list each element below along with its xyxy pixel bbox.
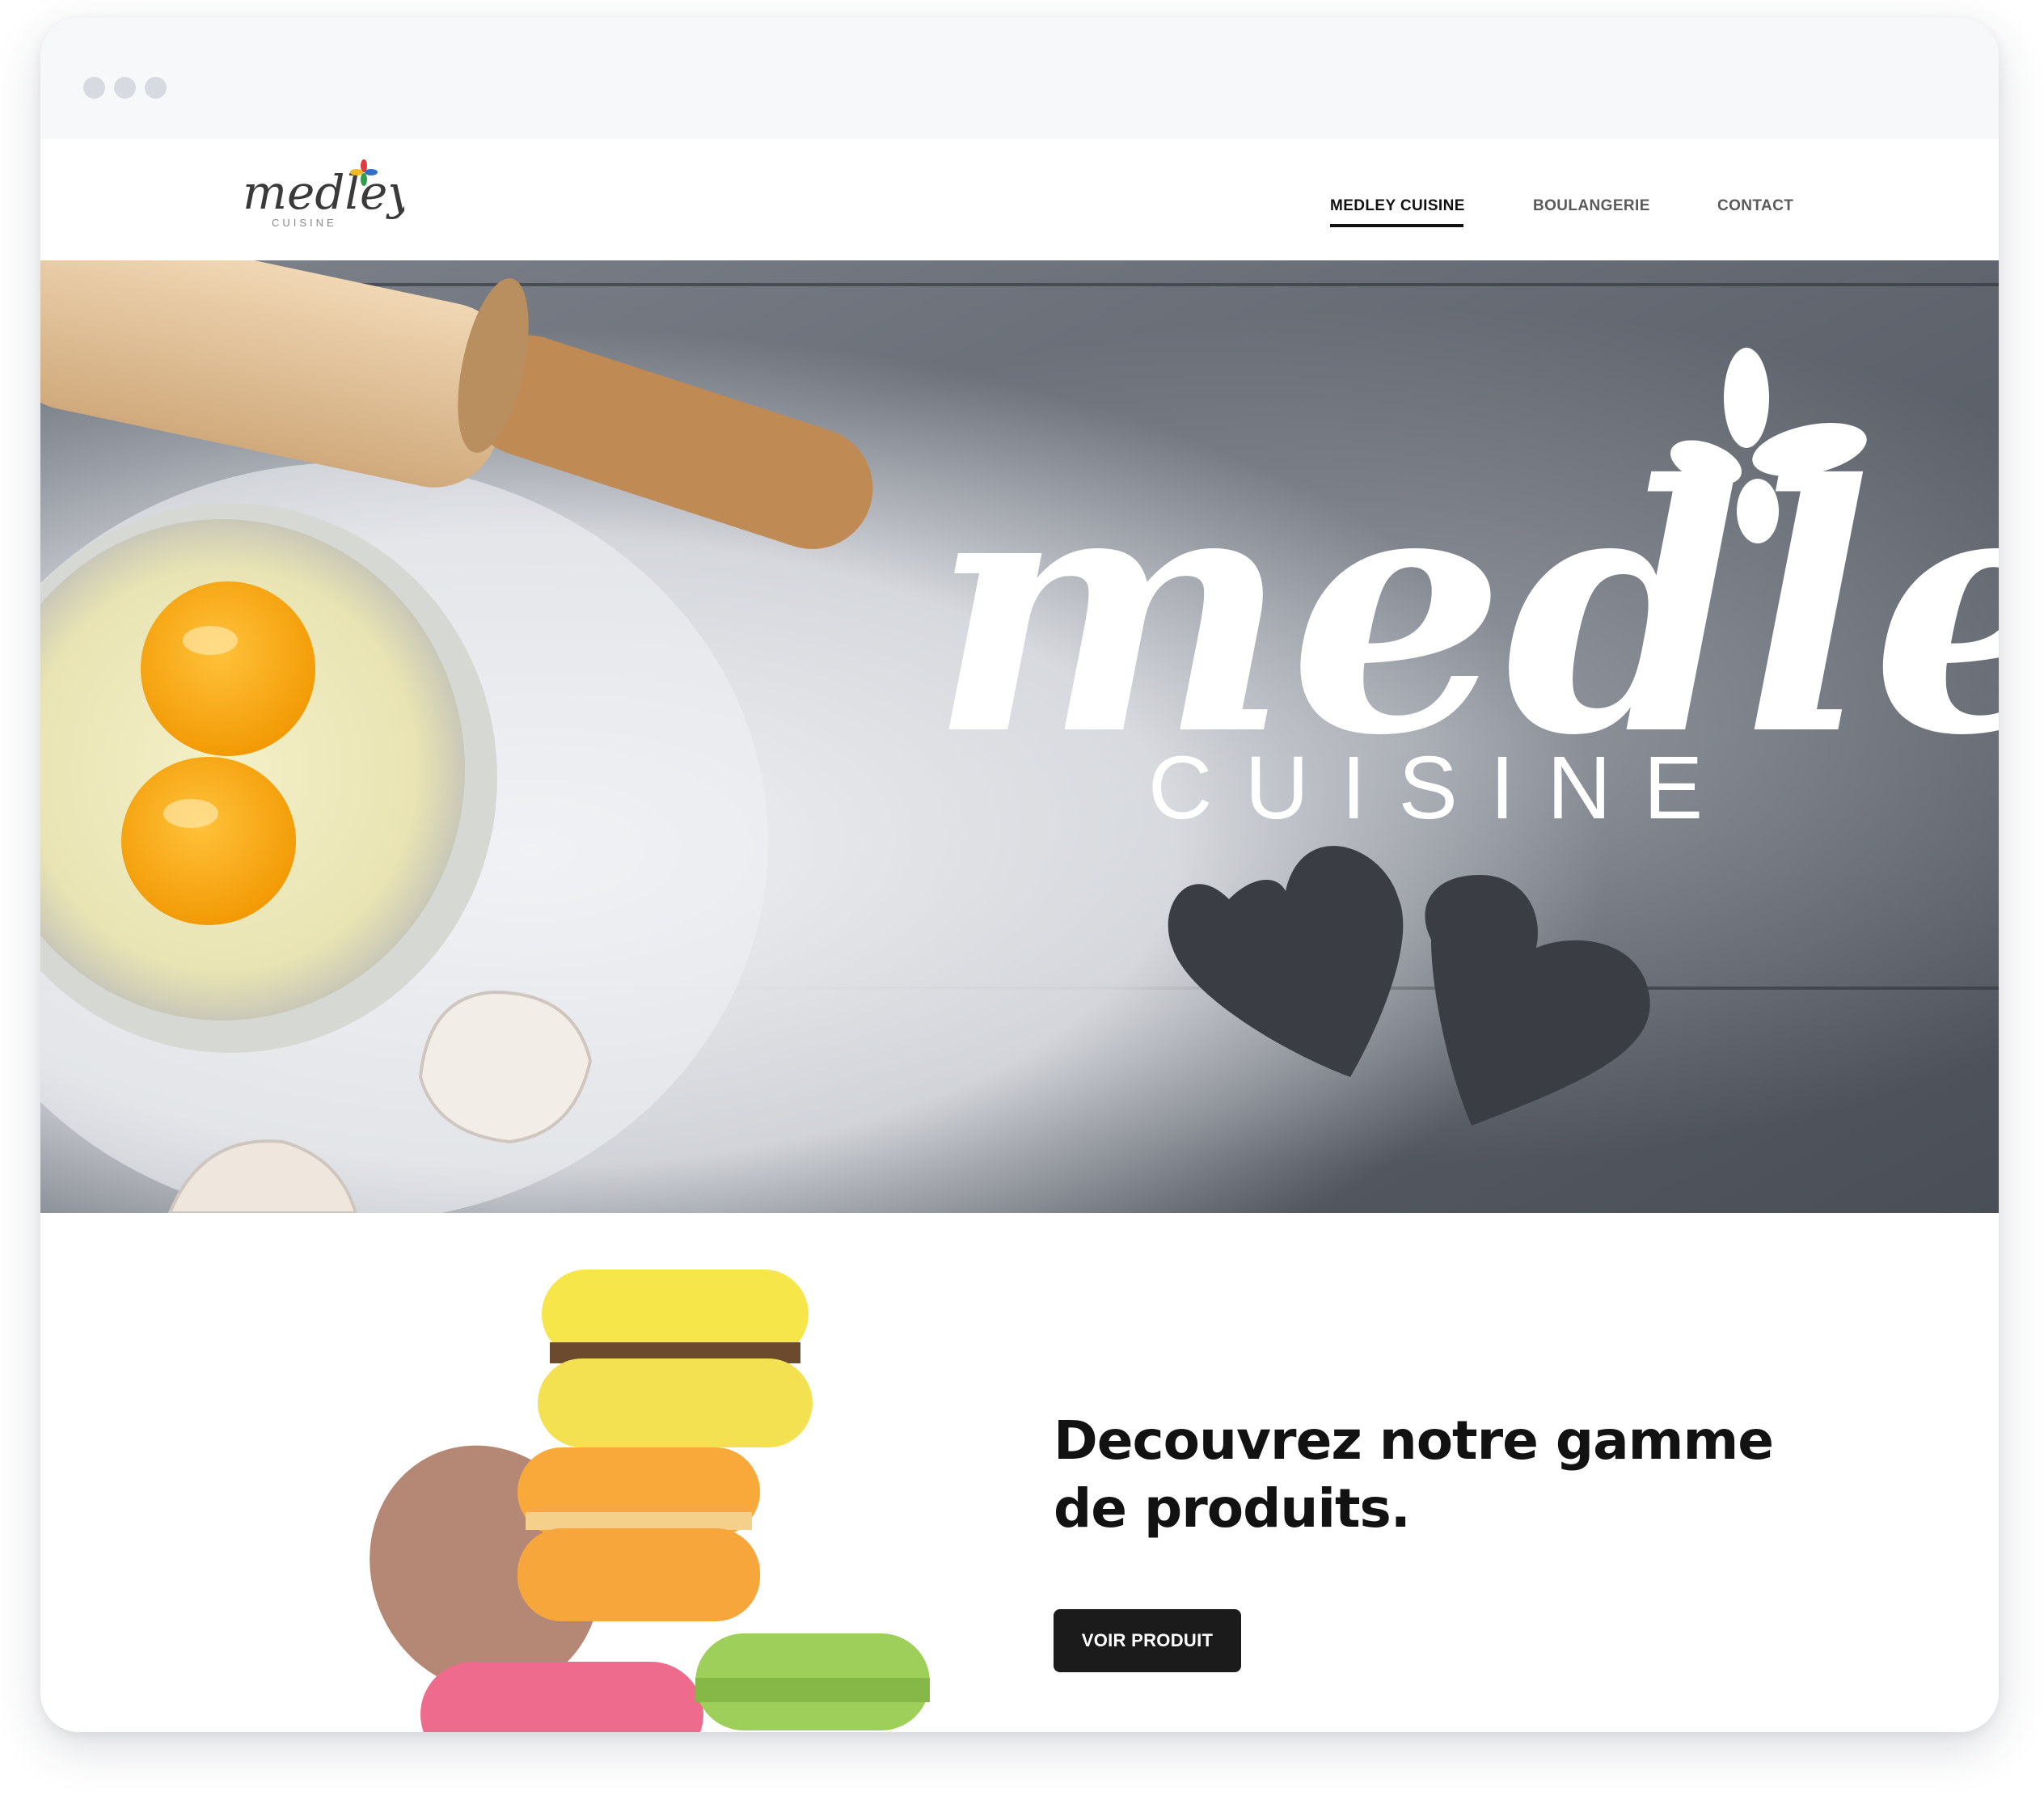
window-dot-icon[interactable] [83, 77, 105, 99]
hero-image: medley CUISINE [40, 260, 1999, 1213]
hero-banner: medley CUISINE [40, 260, 1999, 1213]
logo-text: medley [243, 165, 404, 220]
promo-headline: Decouvrez notre gamme de produits. [1054, 1407, 1862, 1543]
nav-item-boulangerie[interactable]: BOULANGERIE [1533, 197, 1650, 215]
macarons-image [370, 1270, 930, 1732]
promo-headline-line1: Decouvrez notre gamme [1054, 1409, 1774, 1472]
nav-item-medley-cuisine[interactable]: MEDLEY CUISINE [1330, 197, 1465, 215]
window-titlebar [40, 18, 1999, 139]
promo-section: Decouvrez notre gamme de produits. VOIR … [40, 1213, 1999, 1732]
window-dot-icon[interactable] [114, 77, 136, 99]
logo-subtext: CUISINE [272, 217, 337, 229]
nav-active-indicator [1330, 224, 1463, 227]
nav-item-contact[interactable]: CONTACT [1717, 197, 1793, 215]
browser-window: medley CUISINE MEDLEY CUISINE BOULANGERI… [40, 18, 1999, 1732]
view-product-button[interactable]: VOIR PRODUIT [1054, 1609, 1241, 1672]
site-header: medley CUISINE MEDLEY CUISINE BOULANGERI… [40, 139, 1999, 260]
hero-brand-word: CUISINE [1148, 738, 1735, 838]
hero-brand: medley CUISINE [930, 348, 1999, 838]
promo-headline-line2: de produits. [1054, 1477, 1411, 1540]
window-dot-icon[interactable] [145, 77, 167, 99]
site-logo[interactable]: medley CUISINE [243, 158, 415, 233]
logo-graphic: medley CUISINE [243, 159, 415, 229]
